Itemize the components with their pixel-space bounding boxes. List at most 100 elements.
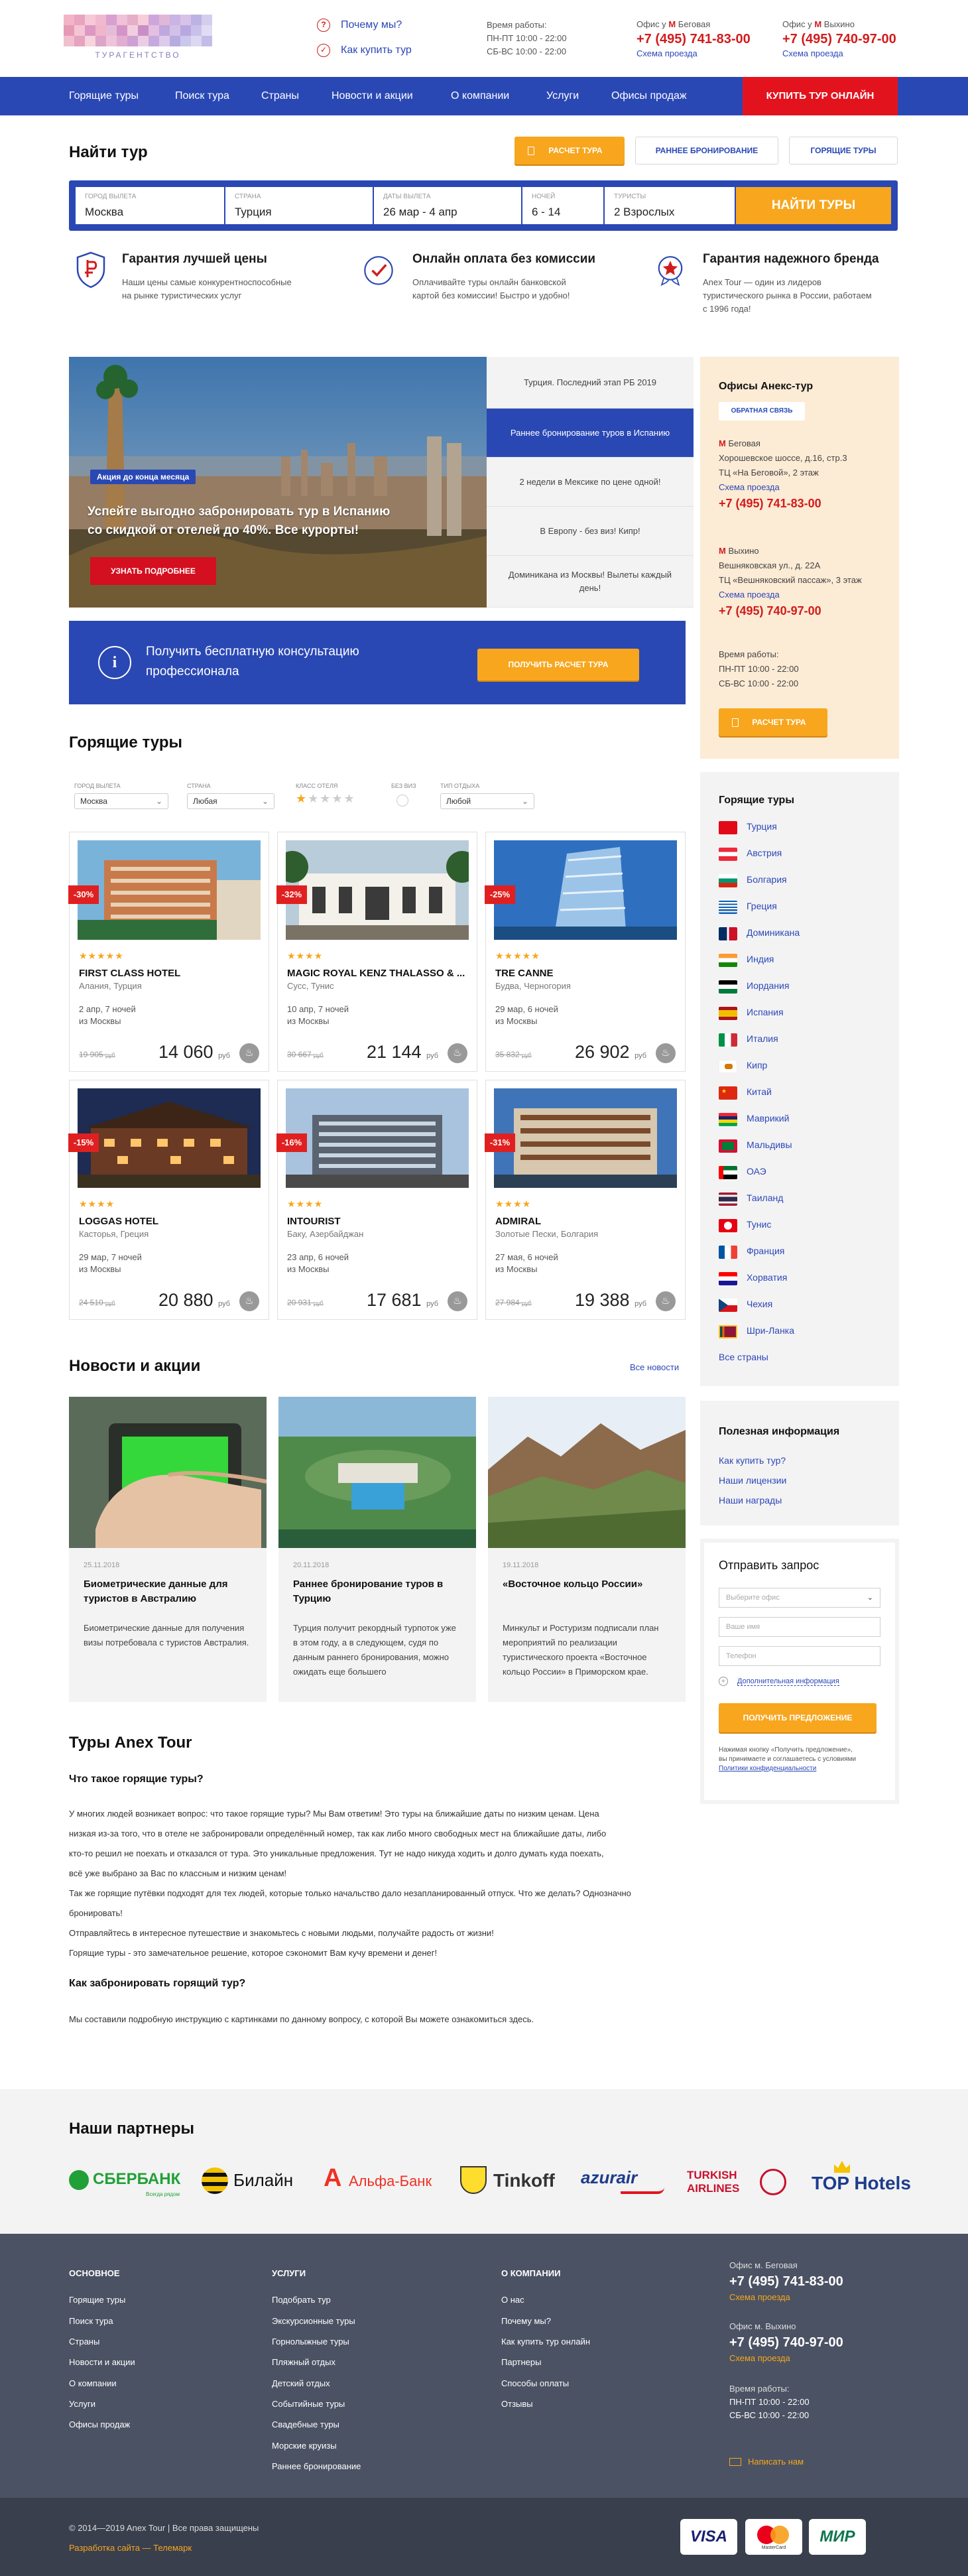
country-item[interactable]: Франция — [719, 1246, 884, 1259]
field-dates[interactable]: ДАТЫ ВЫЛЕТА 26 мар - 4 апр — [374, 187, 521, 224]
filter-select[interactable]: Москва ⌄ — [74, 793, 168, 809]
filter-type[interactable]: ТИП ОТДЫХА Любой ⌄ — [440, 783, 534, 809]
country-item[interactable]: Греция — [719, 901, 884, 914]
footer-link[interactable]: Поиск тура — [69, 2316, 113, 2326]
tour-card[interactable]: -30% ★★★★★ FIRST CLASS HOTEL Алания, Тур… — [68, 832, 269, 1072]
country-item[interactable]: Болгария — [719, 874, 884, 887]
nav-countries[interactable]: Страны — [261, 77, 299, 115]
footer-link[interactable]: Способы оплаты — [501, 2378, 569, 2388]
footer-link[interactable]: Детский отдых — [272, 2378, 330, 2388]
feedback-button[interactable]: ОБРАТНАЯ СВЯЗЬ — [719, 402, 805, 420]
nav-about[interactable]: О компании — [451, 77, 509, 115]
buy-online-button[interactable]: КУПИТЬ ТУР ОНЛАЙН — [743, 77, 898, 115]
country-item[interactable]: Чехия — [719, 1299, 884, 1312]
footer-link[interactable]: О компании — [69, 2378, 117, 2388]
nav-news[interactable]: Новости и акции — [332, 77, 413, 115]
office-phone[interactable]: +7 (495) 740-97-00 — [719, 604, 891, 618]
country-item[interactable]: Испания — [719, 1007, 884, 1020]
country-item[interactable]: Мальдивы — [719, 1139, 884, 1153]
country-item[interactable]: Кипр — [719, 1060, 884, 1073]
office-map-link[interactable]: Схема проезда — [719, 480, 891, 495]
how-to-buy-link[interactable]: ✓ Как купить тур — [317, 44, 412, 57]
tour-card[interactable]: -15% ★★★★ LOGGAS HOTEL Касторья, Греция … — [68, 1080, 269, 1320]
promo-more-button[interactable]: УЗНАТЬ ПОДРОБНЕЕ — [90, 557, 216, 585]
footer-link[interactable]: Отзывы — [501, 2399, 533, 2409]
footer-link[interactable]: Экскурсионные туры — [272, 2316, 355, 2326]
name-input[interactable]: Ваше имя — [719, 1617, 880, 1637]
country-item[interactable]: Иордания — [719, 980, 884, 994]
star-rating-input[interactable]: ★★★★★ — [296, 792, 356, 806]
tour-card[interactable]: -32% ★★★★ MAGIC ROYAL KENZ THALASSO & ..… — [276, 832, 477, 1072]
country-item[interactable]: Доминикана — [719, 927, 884, 940]
footer-link[interactable]: Раннее бронирование — [272, 2461, 361, 2471]
useful-link[interactable]: Наши лицензии — [719, 1475, 786, 1486]
footer-link[interactable]: Как купить тур онлайн — [501, 2337, 590, 2347]
footer-link[interactable]: Почему мы? — [501, 2316, 551, 2326]
country-item[interactable]: Маврикий — [719, 1113, 884, 1126]
office-phone[interactable]: +7 (495) 740-97-00 — [782, 32, 896, 46]
find-tours-button[interactable]: НАЙТИ ТУРЫ — [736, 187, 891, 224]
office-map-link[interactable]: Схема проезда — [782, 46, 896, 61]
filter-stars[interactable]: КЛАСС ОТЕЛЯ ★★★★★ — [296, 783, 356, 806]
country-item[interactable]: ОАЭ — [719, 1166, 884, 1179]
tab-hot-tours[interactable]: ГОРЯЩИЕ ТУРЫ — [789, 137, 898, 164]
useful-link[interactable]: Как купить тур? — [719, 1455, 786, 1466]
filter-country[interactable]: СТРАНА Любая ⌄ — [187, 783, 274, 809]
footer-link[interactable]: О нас — [501, 2295, 524, 2305]
news-item[interactable]: 20.11.2018 Раннее бронирование туров в Т… — [278, 1397, 476, 1702]
nav-hot-tours[interactable]: Горящие туры — [69, 77, 139, 115]
field-city[interactable]: ГОРОД ВЫЛЕТА Москва — [76, 187, 224, 224]
slide-tab[interactable]: Доминикана из Москвы! Вылеты каждый день… — [487, 556, 694, 608]
footer-map-link[interactable]: Схема проезда — [729, 2352, 902, 2365]
filter-city[interactable]: ГОРОД ВЫЛЕТА Москва ⌄ — [74, 783, 168, 809]
office-phone[interactable]: +7 (495) 741-83-00 — [636, 32, 751, 46]
footer-link[interactable]: Офисы продаж — [69, 2419, 130, 2429]
tab-early-booking[interactable]: РАННЕЕ БРОНИРОВАНИЕ — [635, 137, 778, 164]
tour-card[interactable]: -16% ★★★★ INTOURIST Баку, Азербайджан 23… — [276, 1080, 477, 1320]
country-item[interactable]: Индия — [719, 954, 884, 967]
office-map-link[interactable]: Схема проезда — [719, 588, 891, 602]
footer-link[interactable]: Горящие туры — [69, 2295, 125, 2305]
nav-services[interactable]: Услуги — [546, 77, 579, 115]
office-map-link[interactable]: Схема проезда — [636, 46, 751, 61]
news-item[interactable]: 25.11.2018 Биометрические данные для тур… — [69, 1397, 267, 1702]
country-item[interactable]: Хорватия — [719, 1272, 884, 1285]
field-nights[interactable]: НОЧЕЙ 6 - 14 — [522, 187, 603, 224]
country-item[interactable]: Турция — [719, 821, 884, 834]
footer-link[interactable]: Свадебные туры — [272, 2419, 339, 2429]
promo-banner[interactable]: Акция до конца месяца Успейте выгодно за… — [69, 357, 487, 608]
filter-select[interactable]: Любая ⌄ — [187, 793, 274, 809]
country-item[interactable]: Тунис — [719, 1219, 884, 1232]
get-calc-button[interactable]: ПОЛУЧИТЬ РАСЧЕТ ТУРА — [477, 649, 639, 680]
footer-link[interactable]: Подобрать тур — [272, 2295, 331, 2305]
slide-tab[interactable]: 2 недели в Мексике по цене одной! — [487, 458, 694, 507]
developer-link[interactable]: Разработка сайта — Телемарк — [69, 2543, 192, 2553]
country-item[interactable]: Австрия — [719, 848, 884, 861]
office-select[interactable]: Выберите офис ⌄ — [719, 1588, 880, 1608]
footer-link[interactable]: Пляжный отдых — [272, 2357, 335, 2367]
footer-link[interactable]: Услуги — [69, 2399, 95, 2409]
footer-link[interactable]: Партнеры — [501, 2357, 541, 2367]
all-countries-link[interactable]: Все страны — [719, 1352, 768, 1362]
get-offer-button[interactable]: ПОЛУЧИТЬ ПРЕДЛОЖЕНИЕ — [719, 1703, 877, 1732]
privacy-link[interactable]: Политики конфиденциальности — [719, 1764, 884, 1773]
footer-link[interactable]: Событийные туры — [272, 2399, 345, 2409]
write-us-link[interactable]: Написать нам — [729, 2457, 804, 2467]
more-info-toggle[interactable]: + Дополнительная информация — [719, 1677, 839, 1686]
slide-tab[interactable]: Турция. Последний этап РБ 2019 — [487, 357, 694, 409]
footer-link[interactable]: Горнолыжные туры — [272, 2337, 349, 2347]
tour-card[interactable]: -25% ★★★★★ TRE CANNE Будва, Черногория 2… — [485, 832, 686, 1072]
why-us-link[interactable]: ? Почему мы? — [317, 19, 402, 32]
filter-visa[interactable]: БЕЗ ВИЗ — [391, 783, 416, 806]
country-item[interactable]: Италия — [719, 1033, 884, 1047]
field-tourists[interactable]: ТУРИСТЫ 2 Взрослых — [605, 187, 735, 224]
logo[interactable]: ТУРАГЕНТСТВО — [64, 15, 212, 65]
footer-phone[interactable]: +7 (495) 740-97-00 — [729, 2333, 902, 2352]
country-item[interactable]: Шри-Ланка — [719, 1325, 884, 1338]
tour-card[interactable]: -31% ★★★★ ADMIRAL Золотые Пески, Болгари… — [485, 1080, 686, 1320]
nav-offices[interactable]: Офисы продаж — [611, 77, 687, 115]
office-phone[interactable]: +7 (495) 741-83-00 — [719, 496, 891, 511]
nav-search[interactable]: Поиск тура — [175, 77, 229, 115]
footer-link[interactable]: Новости и акции — [69, 2357, 135, 2367]
news-item[interactable]: 19.11.2018 «Восточное кольцо России» Мин… — [488, 1397, 686, 1702]
